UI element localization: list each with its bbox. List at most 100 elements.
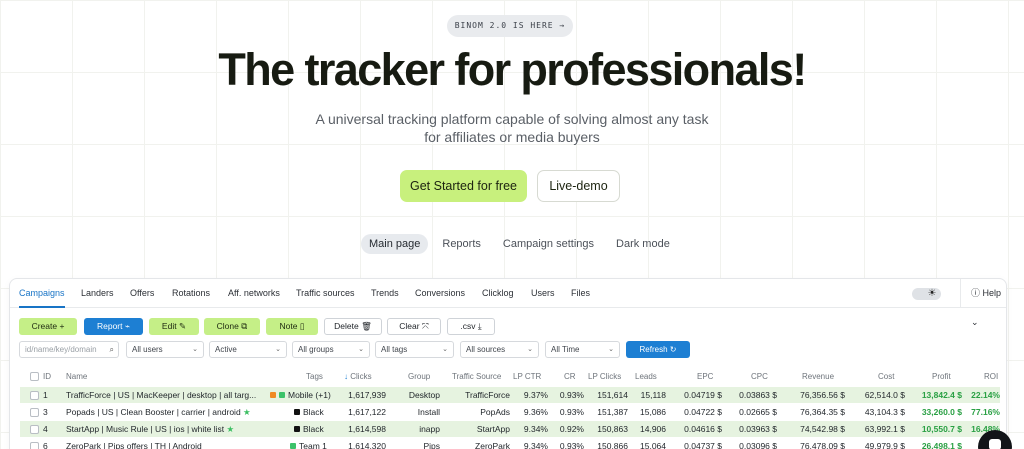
cell-lp-clicks: 150,866 — [597, 441, 628, 449]
cell-group: Pips — [423, 441, 440, 449]
table-header: ID Name Tags ↓ Clicks Group Traffic Sour… — [10, 368, 1006, 386]
col-clicks[interactable]: ↓ Clicks — [344, 368, 372, 386]
get-started-button[interactable]: Get Started for free — [400, 170, 527, 202]
copy-icon: ⧉ — [241, 321, 248, 331]
nav-rotations[interactable]: Rotations — [172, 279, 210, 308]
col-epc[interactable]: EPC — [697, 368, 713, 386]
col-profit[interactable]: Profit — [932, 368, 951, 386]
row-checkbox[interactable] — [30, 408, 39, 417]
edit-button[interactable]: Edit ✎ — [149, 318, 199, 335]
cell-lp-clicks: 150,863 — [597, 424, 628, 434]
cell-name[interactable]: StartApp | Music Rule | US | ios | white… — [66, 421, 256, 438]
table-row[interactable]: 1 TrafficForce | US | MacKeeper | deskto… — [20, 386, 1000, 403]
theme-toggle[interactable]: ☀ — [912, 288, 941, 300]
help-menu[interactable]: ⓘ Help ⌄ — [960, 279, 1006, 327]
col-lp-clicks[interactable]: LP Clicks — [588, 368, 621, 386]
select-all-checkbox[interactable] — [30, 372, 39, 381]
nav-aff-networks[interactable]: Aff. networks — [228, 279, 280, 308]
chevron-down-icon: ⌄ — [608, 346, 614, 353]
nav-landers[interactable]: Landers — [81, 279, 114, 308]
csv-button[interactable]: .csv ⤓ — [447, 318, 495, 335]
cell-cr: 0.93% — [559, 441, 584, 449]
tags-select[interactable]: All tags ⌄ — [375, 341, 454, 358]
status-value: Active — [215, 345, 237, 354]
nav-traffic-sources[interactable]: Traffic sources — [296, 279, 355, 308]
nav-files[interactable]: Files — [571, 279, 590, 308]
delete-button[interactable]: Delete 🗑 — [324, 318, 382, 335]
cell-cpc: 0.03096 $ — [739, 441, 777, 449]
cell-id: 1 — [43, 390, 48, 400]
time-value: All Time — [551, 345, 580, 354]
row-checkbox[interactable] — [30, 391, 39, 400]
nav-campaigns[interactable]: Campaigns — [19, 279, 65, 308]
col-tags[interactable]: Tags — [306, 368, 323, 386]
report-button[interactable]: Report ⌁ — [84, 318, 143, 335]
cell-epc: 0.04722 $ — [684, 407, 722, 417]
live-demo-button[interactable]: Live-demo — [537, 170, 620, 202]
note-label: Note — [279, 321, 298, 331]
tab-campaign-settings[interactable]: Campaign settings — [495, 234, 602, 254]
announcement-badge[interactable]: BINOM 2.0 IS HERE → — [447, 15, 573, 37]
nav-offers[interactable]: Offers — [130, 279, 154, 308]
tab-reports[interactable]: Reports — [434, 234, 489, 254]
tag-label: Black — [303, 407, 324, 417]
cell-name[interactable]: Popads | US | Clean Booster | carrier | … — [66, 404, 256, 421]
star-icon[interactable]: ★ — [226, 424, 234, 434]
cell-leads: 15,118 — [640, 390, 666, 400]
search-input[interactable]: id/name/key/domain ⌕ — [19, 341, 119, 358]
table-row[interactable]: 3 Popads | US | Clean Booster | carrier … — [20, 403, 1000, 420]
groups-select[interactable]: All groups ⌄ — [292, 341, 370, 358]
col-name[interactable]: Name — [66, 368, 87, 386]
col-roi[interactable]: ROI — [984, 368, 998, 386]
col-leads[interactable]: Leads — [635, 368, 657, 386]
col-cpc[interactable]: CPC — [751, 368, 768, 386]
create-button[interactable]: Create + — [19, 318, 77, 335]
sources-select[interactable]: All sources ⌄ — [460, 341, 539, 358]
tab-dark-mode[interactable]: Dark mode — [608, 234, 678, 254]
refresh-button[interactable]: Refresh ↻ — [626, 341, 690, 358]
cell-lp-clicks: 151,387 — [597, 407, 628, 417]
col-cr[interactable]: CR — [564, 368, 576, 386]
clear-button[interactable]: Clear ⤧ — [387, 318, 441, 335]
cell-name[interactable]: ZeroPark | Pips offers | TH | Android — [66, 438, 256, 449]
nav-trends[interactable]: Trends — [371, 279, 399, 308]
users-select[interactable]: All users ⌄ — [126, 341, 204, 358]
nav-conversions[interactable]: Conversions — [415, 279, 465, 308]
tag-label: Black — [303, 424, 324, 434]
nav-clicklog[interactable]: Clicklog — [482, 279, 514, 308]
tag-color-swatch — [279, 392, 285, 398]
note-button[interactable]: Note ▯ — [266, 318, 318, 335]
tag-color-swatch — [294, 409, 300, 415]
col-traffic-source[interactable]: Traffic Source — [452, 368, 501, 386]
col-group[interactable]: Group — [408, 368, 430, 386]
row-checkbox[interactable] — [30, 425, 39, 434]
pencil-icon: ✎ — [178, 321, 187, 331]
col-cost[interactable]: Cost — [878, 368, 894, 386]
status-select[interactable]: Active ⌄ — [209, 341, 287, 358]
star-icon[interactable]: ★ — [243, 407, 251, 417]
delete-label: Delete — [334, 321, 359, 331]
cell-cpc: 0.03863 $ — [739, 390, 777, 400]
col-lp-ctr[interactable]: LP CTR — [513, 368, 541, 386]
table-row[interactable]: 6 ZeroPark | Pips offers | TH | Android … — [20, 437, 1000, 449]
time-select[interactable]: All Time ⌄ — [545, 341, 620, 358]
col-revenue[interactable]: Revenue — [802, 368, 834, 386]
clear-label: Clear — [399, 321, 420, 331]
book-icon: ▯ — [299, 321, 305, 331]
cell-id: 3 — [43, 407, 48, 417]
cell-profit: 33,260.0 $ — [921, 407, 962, 417]
sources-value: All sources — [466, 345, 506, 354]
cell-group: inapp — [419, 424, 440, 434]
row-name-text: StartApp | Music Rule | US | ios | white… — [66, 424, 225, 434]
clone-button[interactable]: Clone ⧉ — [204, 318, 260, 335]
col-id[interactable]: ID — [43, 368, 51, 386]
row-checkbox[interactable] — [30, 442, 39, 449]
cell-clicks: 1,614,598 — [348, 424, 386, 434]
cell-name[interactable]: TrafficForce | US | MacKeeper | desktop … — [66, 387, 271, 404]
cell-lp-ctr: 9.34% — [523, 424, 548, 434]
table-row[interactable]: 4 StartApp | Music Rule | US | ios | whi… — [20, 420, 1000, 437]
cell-revenue: 74,542.98 $ — [800, 424, 845, 434]
cell-tags: Team 1 — [290, 438, 327, 449]
tab-main-page[interactable]: Main page — [361, 234, 429, 254]
nav-users[interactable]: Users — [531, 279, 555, 308]
